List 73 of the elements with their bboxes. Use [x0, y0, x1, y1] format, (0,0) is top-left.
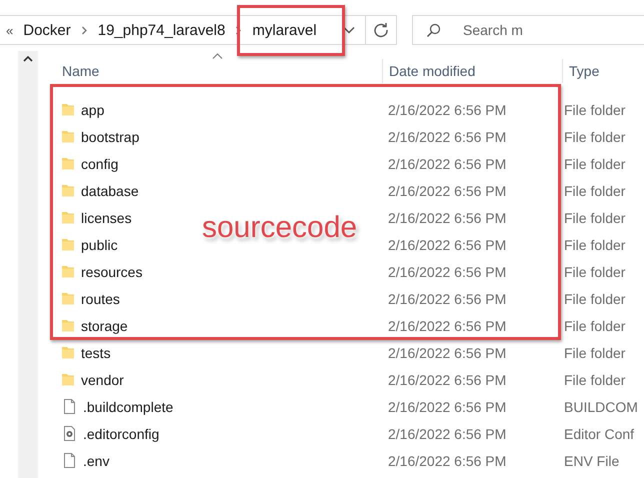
folder-icon [62, 158, 74, 170]
file-name[interactable]: .editorconfig [83, 426, 160, 442]
breadcrumb-item[interactable]: 19_php74_laravel8 [98, 22, 226, 38]
dropdown-chevron-icon [343, 26, 356, 34]
column-header[interactable]: Name [62, 63, 100, 79]
folder-icon [62, 346, 74, 358]
file-type: File folder [564, 290, 626, 306]
breadcrumb-item[interactable]: mylaravel [252, 22, 317, 38]
date-modified: 2/16/2022 6:56 PM [388, 426, 506, 442]
file-name[interactable]: app [81, 102, 104, 118]
file-name[interactable]: .env [83, 452, 110, 468]
file-name[interactable]: resources [81, 264, 142, 280]
file-type: File folder [564, 182, 626, 198]
address-bar[interactable]: « Docker 19_php74_laravel8 mylaravel [0, 15, 366, 45]
file-type: File folder [564, 264, 626, 280]
date-modified: 2/16/2022 6:56 PM [388, 318, 506, 334]
file-type: File folder [564, 210, 626, 226]
file-name[interactable]: bootstrap [81, 128, 140, 144]
file-type: File folder [564, 344, 626, 360]
file-icon [62, 452, 76, 469]
refresh-button[interactable] [366, 15, 397, 45]
date-modified: 2/16/2022 6:56 PM [388, 156, 506, 172]
file-name[interactable]: licenses [81, 210, 132, 226]
date-modified: 2/16/2022 6:56 PM [388, 236, 506, 252]
folder-icon [62, 266, 74, 278]
scroll-up-icon [23, 55, 33, 62]
file-type: ENV File [564, 452, 620, 468]
file-name[interactable]: storage [81, 318, 128, 334]
date-modified: 2/16/2022 6:56 PM [388, 210, 506, 226]
breadcrumb-chevron-icon [80, 26, 88, 34]
file-type: File folder [564, 318, 626, 334]
file-type: File folder [564, 102, 626, 118]
file-name[interactable]: vendor [81, 372, 124, 388]
file-type: File folder [564, 372, 626, 388]
date-modified: 2/16/2022 6:56 PM [388, 102, 506, 118]
file-type: BUILDCOM [564, 398, 638, 414]
navigation-pane-scrollbar[interactable] [18, 51, 38, 478]
file-name[interactable]: .buildcomplete [83, 398, 174, 414]
search-field[interactable]: Search m [412, 15, 644, 45]
date-modified: 2/16/2022 6:56 PM [388, 372, 506, 388]
folder-icon [62, 184, 74, 196]
sort-ascending-icon [212, 53, 223, 59]
breadcrumb-item[interactable]: Docker [23, 22, 71, 38]
file-type: Editor Conf [564, 426, 634, 442]
date-modified: 2/16/2022 6:56 PM [388, 182, 506, 198]
date-modified: 2/16/2022 6:56 PM [388, 344, 506, 360]
date-modified: 2/16/2022 6:56 PM [388, 290, 506, 306]
file-name[interactable]: public [81, 236, 118, 252]
file-type: File folder [564, 128, 626, 144]
column-header[interactable]: Type [569, 63, 600, 79]
folder-icon [62, 212, 74, 224]
file-type: File folder [564, 156, 626, 172]
file-icon [62, 398, 76, 415]
folder-icon [62, 238, 74, 250]
file-type: File folder [564, 236, 626, 252]
folder-icon [62, 104, 74, 116]
column-header[interactable]: Date modified [389, 63, 476, 79]
date-modified: 2/16/2022 6:56 PM [388, 398, 506, 414]
overflow-chevron[interactable]: « [6, 22, 14, 38]
file-name[interactable]: config [81, 156, 118, 172]
search-icon [426, 23, 441, 38]
date-modified: 2/16/2022 6:56 PM [388, 452, 506, 468]
settings-file-icon [62, 425, 76, 442]
file-name[interactable]: routes [81, 290, 120, 306]
file-name[interactable]: database [81, 182, 139, 198]
folder-icon [62, 320, 74, 332]
folder-icon [62, 130, 74, 142]
date-modified: 2/16/2022 6:56 PM [388, 264, 506, 280]
file-name[interactable]: tests [81, 344, 111, 360]
date-modified: 2/16/2022 6:56 PM [388, 128, 506, 144]
refresh-icon [373, 22, 390, 38]
folder-icon [62, 374, 74, 386]
folder-icon [62, 292, 74, 304]
